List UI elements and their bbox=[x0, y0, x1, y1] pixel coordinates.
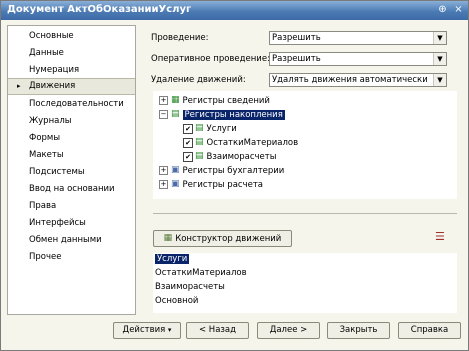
nav-item-data[interactable]: Данные bbox=[8, 45, 135, 62]
nav-item-movements[interactable]: ▸ Движения bbox=[8, 78, 135, 95]
accounting-register-icon: ▣ bbox=[171, 165, 180, 175]
posting-label: Проведение: bbox=[151, 33, 209, 43]
tree-node-label: Регистры сведений bbox=[182, 96, 270, 106]
tree-node-label: Регистры бухгалтерии bbox=[182, 166, 285, 176]
title-bar: Документ АктОбОказанииУслуг ⊕ × bbox=[1, 1, 468, 20]
nav-item-subsystems[interactable]: Подсистемы bbox=[8, 164, 135, 181]
delete-movements-label: Удаление движений: bbox=[151, 75, 246, 85]
nav-item-rights[interactable]: Права bbox=[8, 198, 135, 215]
tree-leaf-label: Услуги bbox=[206, 124, 237, 134]
dropdown-arrow-icon: ▾ bbox=[167, 326, 172, 334]
nav-item-sequences[interactable]: Последовательности bbox=[8, 96, 135, 113]
register-icon: ▤ bbox=[195, 151, 204, 161]
nav-item-other[interactable]: Прочее bbox=[8, 249, 135, 266]
dropdown-arrow-icon[interactable]: ▼ bbox=[433, 53, 446, 65]
tree-node-info-registers[interactable]: + ▦ Регистры сведений bbox=[159, 94, 270, 107]
list-item-settlements[interactable]: Взаиморасчеты bbox=[155, 281, 225, 294]
back-button[interactable]: < Назад bbox=[186, 322, 249, 339]
operational-posting-label: Оперативное проведение: bbox=[151, 54, 270, 64]
nav-item-label: Движения bbox=[29, 81, 76, 91]
tree-node-accounting-registers[interactable]: + ▣ Регистры бухгалтерии bbox=[159, 164, 284, 177]
operational-posting-value: Разрешить bbox=[272, 54, 321, 64]
operational-posting-select[interactable]: Разрешить ▼ bbox=[269, 52, 447, 66]
registers-tree: + ▦ Регистры сведений − ▤ Регистры накоплени… bbox=[153, 91, 457, 199]
register-icon: ▤ bbox=[195, 137, 204, 147]
list-item-services[interactable]: Услуги bbox=[155, 253, 190, 266]
dropdown-arrow-icon[interactable]: ▼ bbox=[433, 32, 446, 44]
active-arrow-icon: ▸ bbox=[17, 82, 21, 90]
nav-item-data-exchange[interactable]: Обмен данными bbox=[8, 232, 135, 249]
delete-movements-value: Удалять движения автоматически bbox=[272, 75, 428, 85]
posting-value: Разрешить bbox=[272, 33, 321, 43]
nav-item-basic[interactable]: Основные bbox=[8, 28, 135, 45]
tree-node-label: Регистры накопления bbox=[182, 110, 285, 120]
delete-movements-select[interactable]: Удалять движения автоматически ▼ bbox=[269, 73, 447, 87]
expand-icon[interactable]: + bbox=[159, 96, 168, 105]
list-item-material-balances[interactable]: ОстаткиМатериалов bbox=[155, 267, 247, 280]
movements-list: Услуги ОстаткиМатериалов Взаиморасчеты О… bbox=[153, 253, 457, 313]
posting-select[interactable]: Разрешить ▼ bbox=[269, 31, 447, 45]
tree-leaf-label: ОстаткиМатериалов bbox=[206, 138, 299, 148]
close-button[interactable]: Закрыть bbox=[327, 322, 390, 339]
tree-leaf-settlements[interactable]: ✔ ▤ Взаиморасчеты bbox=[183, 150, 276, 163]
edit-list-icon[interactable]: ☰ bbox=[435, 230, 445, 243]
register-icon: ▤ bbox=[195, 123, 204, 133]
collapse-icon[interactable]: − bbox=[159, 110, 168, 119]
movements-panel: Проведение: Разрешить ▼ Оперативное пров… bbox=[144, 25, 462, 315]
nav-item-numbering[interactable]: Нумерация bbox=[8, 62, 135, 79]
close-icon[interactable]: × bbox=[452, 3, 465, 16]
checkbox-checked-icon[interactable]: ✔ bbox=[183, 151, 193, 162]
expand-icon[interactable]: + bbox=[159, 180, 168, 189]
actions-button[interactable]: Действия ▾ bbox=[113, 322, 181, 339]
tree-leaf-label: Взаиморасчеты bbox=[206, 152, 277, 162]
list-item-main[interactable]: Основной bbox=[155, 295, 198, 308]
checkbox-checked-icon[interactable]: ✔ bbox=[183, 123, 193, 134]
nav-item-input-based[interactable]: Ввод на основании bbox=[8, 181, 135, 198]
actions-label: Действия bbox=[122, 325, 166, 335]
movements-constructor-label: Конструктор движений bbox=[175, 234, 282, 244]
info-register-icon: ▦ bbox=[171, 95, 180, 105]
checkbox-checked-icon[interactable]: ✔ bbox=[183, 137, 193, 148]
help-button[interactable]: Справка bbox=[398, 322, 461, 339]
tree-node-label: Регистры расчета bbox=[182, 180, 263, 190]
document-editor-window: Документ АктОбОказанииУслуг ⊕ × Основные… bbox=[0, 0, 469, 351]
list-item-label: Услуги bbox=[155, 254, 190, 264]
nav-item-templates[interactable]: Макеты bbox=[8, 147, 135, 164]
accumulation-register-icon: ▤ bbox=[171, 109, 180, 119]
movements-constructor-button[interactable]: ▦ Конструктор движений bbox=[153, 230, 292, 247]
window-title: Документ АктОбОказанииУслуг bbox=[7, 4, 192, 15]
next-button[interactable]: Далее > bbox=[257, 322, 320, 339]
tree-node-calculation-registers[interactable]: + ▣ Регистры расчета bbox=[159, 178, 263, 191]
constructor-icon: ▦ bbox=[163, 233, 173, 243]
tree-leaf-services[interactable]: ✔ ▤ Услуги bbox=[183, 122, 237, 135]
sections-nav: Основные Данные Нумерация ▸ Движения Пос… bbox=[7, 25, 136, 315]
tree-node-accumulation-registers[interactable]: − ▤ Регистры накопления bbox=[159, 108, 285, 121]
pin-icon[interactable]: ⊕ bbox=[436, 3, 449, 16]
nav-item-journals[interactable]: Журналы bbox=[8, 113, 135, 130]
divider bbox=[153, 213, 457, 214]
nav-item-interfaces[interactable]: Интерфейсы bbox=[8, 215, 135, 232]
dropdown-arrow-icon[interactable]: ▼ bbox=[433, 74, 446, 86]
nav-item-forms[interactable]: Формы bbox=[8, 130, 135, 147]
expand-icon[interactable]: + bbox=[159, 166, 168, 175]
tree-leaf-material-balances[interactable]: ✔ ▤ ОстаткиМатериалов bbox=[183, 136, 298, 149]
calculation-register-icon: ▣ bbox=[171, 179, 180, 189]
